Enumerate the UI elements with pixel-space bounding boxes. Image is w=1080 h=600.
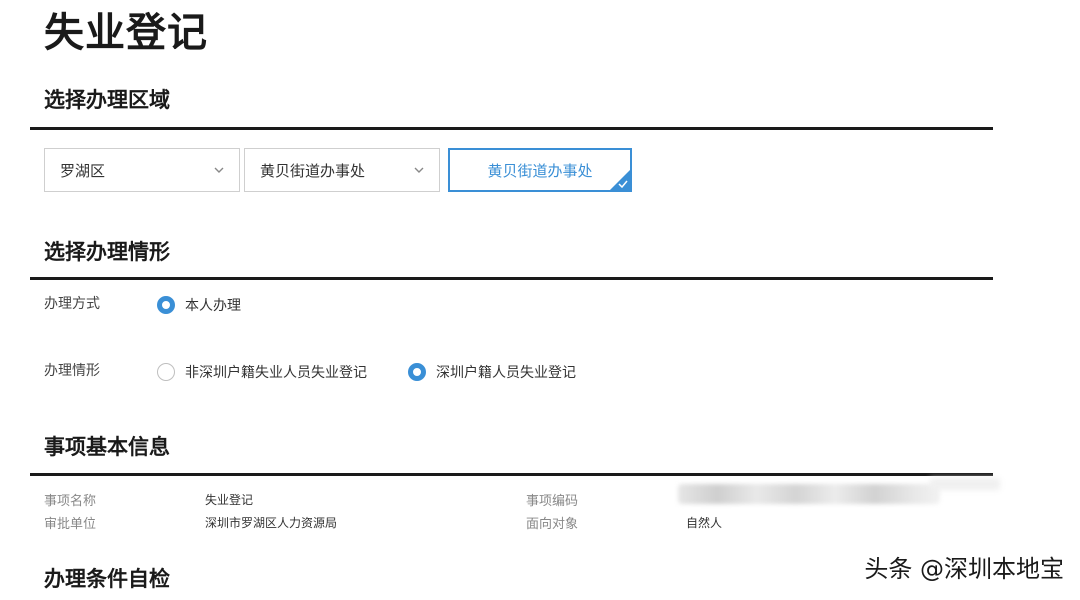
- section-divider-situation: [30, 277, 993, 280]
- chevron-down-icon: [214, 167, 224, 173]
- radio-checked-icon: [157, 296, 175, 314]
- radio-case-non-shenzhen-label: 非深圳户籍失业人员失业登记: [185, 365, 367, 381]
- approval-unit-label: 审批单位: [44, 517, 97, 532]
- item-name-label: 事项名称: [44, 494, 97, 509]
- approval-unit-value: 深圳市罗湖区人力资源局: [205, 516, 338, 530]
- section-divider-basic-info: [30, 473, 993, 476]
- item-name-value: 失业登记: [205, 493, 254, 507]
- item-code-value-redacted: [678, 484, 940, 504]
- redacted-area: [930, 478, 1000, 490]
- radio-checked-icon: [408, 363, 426, 381]
- street-select-value: 黄贝街道办事处: [260, 161, 366, 180]
- chevron-down-icon: [414, 167, 424, 173]
- office-option-card[interactable]: 黄贝街道办事处: [448, 148, 632, 192]
- radio-method-self-label: 本人办理: [185, 298, 241, 314]
- target-label: 面向对象: [526, 517, 579, 532]
- section-divider-region: [30, 127, 993, 130]
- section-title-self-check: 办理条件自检: [44, 567, 170, 591]
- radio-case-shenzhen[interactable]: 深圳户籍人员失业登记: [408, 362, 576, 382]
- radio-case-non-shenzhen[interactable]: 非深圳户籍失业人员失业登记: [157, 362, 367, 382]
- district-select[interactable]: 罗湖区: [44, 148, 240, 192]
- office-option-label: 黄贝街道办事处: [487, 161, 593, 180]
- radio-case-shenzhen-label: 深圳户籍人员失业登记: [436, 365, 576, 381]
- watermark: 头条 @深圳本地宝: [864, 555, 1064, 583]
- street-select[interactable]: 黄贝街道办事处: [244, 148, 440, 192]
- item-code-label: 事项编码: [526, 494, 579, 509]
- page-title: 失业登记: [44, 10, 208, 56]
- method-label: 办理方式: [44, 296, 100, 312]
- district-select-value: 罗湖区: [60, 161, 106, 180]
- radio-unchecked-icon: [157, 363, 175, 381]
- case-label: 办理情形: [44, 363, 100, 379]
- section-title-situation: 选择办理情形: [44, 240, 170, 264]
- checkmark-icon: [618, 180, 628, 188]
- section-title-region: 选择办理区域: [44, 88, 170, 112]
- target-value: 自然人: [686, 516, 723, 530]
- radio-method-self[interactable]: 本人办理: [157, 295, 241, 315]
- section-title-basic-info: 事项基本信息: [44, 435, 170, 459]
